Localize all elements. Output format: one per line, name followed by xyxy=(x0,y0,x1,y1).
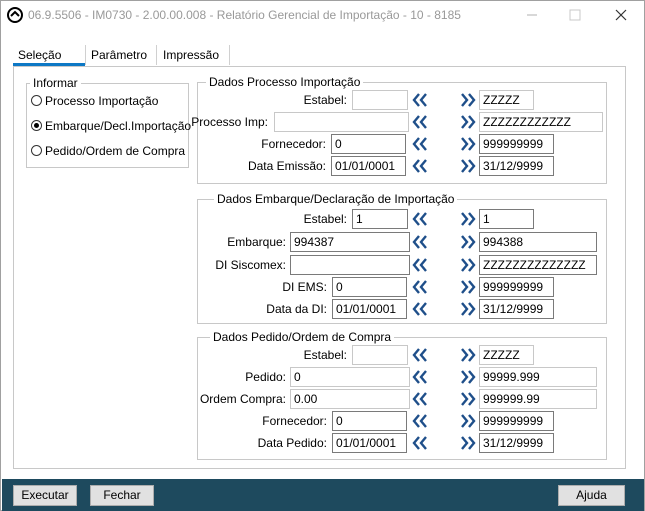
last-value-icon[interactable] xyxy=(459,256,477,274)
radio-processo-importacao[interactable] xyxy=(31,95,42,106)
pedido-row-label: Data Pedido: xyxy=(257,436,327,450)
last-value-icon[interactable] xyxy=(459,91,477,109)
processo-to-input[interactable]: ZZZZZZZZZZZZ xyxy=(479,112,603,132)
embarque-row-label: Estabel: xyxy=(303,212,347,226)
pedido-to-input[interactable]: 999999.99 xyxy=(479,389,597,409)
first-value-icon[interactable] xyxy=(411,390,429,408)
first-value-icon[interactable] xyxy=(411,300,429,318)
embarque-to-input[interactable]: 999999999 xyxy=(479,277,554,297)
processo-row-label: Data Emissão: xyxy=(247,159,326,173)
first-value-icon[interactable] xyxy=(411,91,429,109)
embarque-to-input[interactable]: ZZZZZZZZZZZZZZ xyxy=(479,255,597,275)
minimize-icon[interactable] xyxy=(517,4,547,26)
processo-from-input[interactable] xyxy=(274,112,409,132)
pedido-from-input[interactable]: 0.00 xyxy=(290,389,410,409)
embarque-to-input[interactable]: 1 xyxy=(479,209,534,229)
tab-impressao[interactable]: Impressão xyxy=(163,48,219,65)
embarque-row-label: DI EMS: xyxy=(282,280,327,294)
pedido-row-label: Ordem Compra: xyxy=(199,392,286,406)
embarque-from-input[interactable]: 1 xyxy=(352,209,408,229)
first-value-icon[interactable] xyxy=(411,135,429,153)
last-value-icon[interactable] xyxy=(459,135,477,153)
processo-to-input[interactable]: 31/12/9999 xyxy=(479,156,554,176)
last-value-icon[interactable] xyxy=(459,113,477,131)
last-value-icon[interactable] xyxy=(459,233,477,251)
pedido-to-input[interactable]: 31/12/9999 xyxy=(479,433,554,453)
pedido-from-input[interactable]: 0 xyxy=(332,411,407,431)
pedido-from-input[interactable] xyxy=(352,345,408,365)
embarque-from-input[interactable]: 994387 xyxy=(290,232,410,252)
fechar-button[interactable]: Fechar xyxy=(90,485,154,506)
first-value-icon[interactable] xyxy=(411,412,429,430)
radio-label-embarque[interactable]: Embarque/Decl.Importação xyxy=(45,119,191,133)
first-value-icon[interactable] xyxy=(411,368,429,386)
radio-embarque[interactable] xyxy=(31,120,42,131)
radio-selected-dot xyxy=(34,123,39,128)
pedido-legend: Dados Pedido/Ordem de Compra xyxy=(210,330,395,344)
embarque-row-label: Embarque: xyxy=(227,235,286,249)
processo-row-label: Estabel: xyxy=(303,93,347,107)
tab-divider xyxy=(229,45,230,65)
tab-parametro[interactable]: Parâmetro xyxy=(91,48,147,65)
processo-row-label: Processo Imp: xyxy=(191,115,268,129)
processo-to-input[interactable]: ZZZZZ xyxy=(479,90,534,110)
dialog-window: 06.9.5506 - IM0730 - 2.00.00.008 - Relat… xyxy=(0,0,645,511)
embarque-from-input[interactable]: 0 xyxy=(332,277,407,297)
last-value-icon[interactable] xyxy=(459,278,477,296)
first-value-icon[interactable] xyxy=(411,233,429,251)
last-value-icon[interactable] xyxy=(459,157,477,175)
pedido-from-input[interactable]: 01/01/0001 xyxy=(332,433,407,453)
radio-label-pedido[interactable]: Pedido/Ordem de Compra xyxy=(45,144,185,158)
last-value-icon[interactable] xyxy=(459,210,477,228)
last-value-icon[interactable] xyxy=(459,300,477,318)
embarque-to-input[interactable]: 31/12/9999 xyxy=(479,299,554,319)
last-value-icon[interactable] xyxy=(459,368,477,386)
tab-divider xyxy=(85,45,86,65)
pedido-to-input[interactable]: 999999999 xyxy=(479,411,554,431)
executar-button[interactable]: Executar xyxy=(13,485,77,506)
maximize-icon[interactable] xyxy=(560,4,590,26)
pedido-from-input[interactable]: 0 xyxy=(290,367,410,387)
processo-from-input[interactable] xyxy=(352,90,408,110)
embarque-legend: Dados Embarque/Declaração de Importação xyxy=(214,192,458,206)
first-value-icon[interactable] xyxy=(411,113,429,131)
close-icon[interactable] xyxy=(606,4,636,26)
embarque-from-input[interactable]: 01/01/0001 xyxy=(332,299,407,319)
last-value-icon[interactable] xyxy=(459,346,477,364)
embarque-row-label: Data da DI: xyxy=(266,302,327,316)
ajuda-button[interactable]: Ajuda xyxy=(558,485,625,506)
first-value-icon[interactable] xyxy=(411,434,429,452)
last-value-icon[interactable] xyxy=(459,390,477,408)
app-logo-icon xyxy=(7,7,23,23)
processo-from-input[interactable]: 01/01/0001 xyxy=(331,156,406,176)
pedido-row-label: Pedido: xyxy=(245,370,286,384)
last-value-icon[interactable] xyxy=(459,412,477,430)
processo-row-label: Fornecedor: xyxy=(261,137,326,151)
radio-label-processo[interactable]: Processo Importação xyxy=(45,94,158,108)
first-value-icon[interactable] xyxy=(411,346,429,364)
first-value-icon[interactable] xyxy=(411,210,429,228)
radio-pedido[interactable] xyxy=(31,145,42,156)
processo-from-input[interactable]: 0 xyxy=(331,134,406,154)
title-bar[interactable]: 06.9.5506 - IM0730 - 2.00.00.008 - Relat… xyxy=(1,1,644,29)
pedido-to-input[interactable]: ZZZZZ xyxy=(479,345,534,365)
first-value-icon[interactable] xyxy=(411,256,429,274)
embarque-row-label: DI Siscomex: xyxy=(215,258,286,272)
window-title: 06.9.5506 - IM0730 - 2.00.00.008 - Relat… xyxy=(28,8,461,22)
processo-legend: Dados Processo Importação xyxy=(206,75,364,89)
tab-divider xyxy=(156,45,157,65)
first-value-icon[interactable] xyxy=(411,278,429,296)
informar-legend: Informar xyxy=(30,76,81,90)
last-value-icon[interactable] xyxy=(459,434,477,452)
first-value-icon[interactable] xyxy=(411,157,429,175)
pedido-row-label: Fornecedor: xyxy=(262,414,327,428)
embarque-from-input[interactable] xyxy=(290,255,410,275)
embarque-to-input[interactable]: 994388 xyxy=(479,232,597,252)
pedido-row-label: Estabel: xyxy=(303,348,347,362)
pedido-to-input[interactable]: 99999.999 xyxy=(479,367,597,387)
processo-to-input[interactable]: 999999999 xyxy=(479,134,554,154)
